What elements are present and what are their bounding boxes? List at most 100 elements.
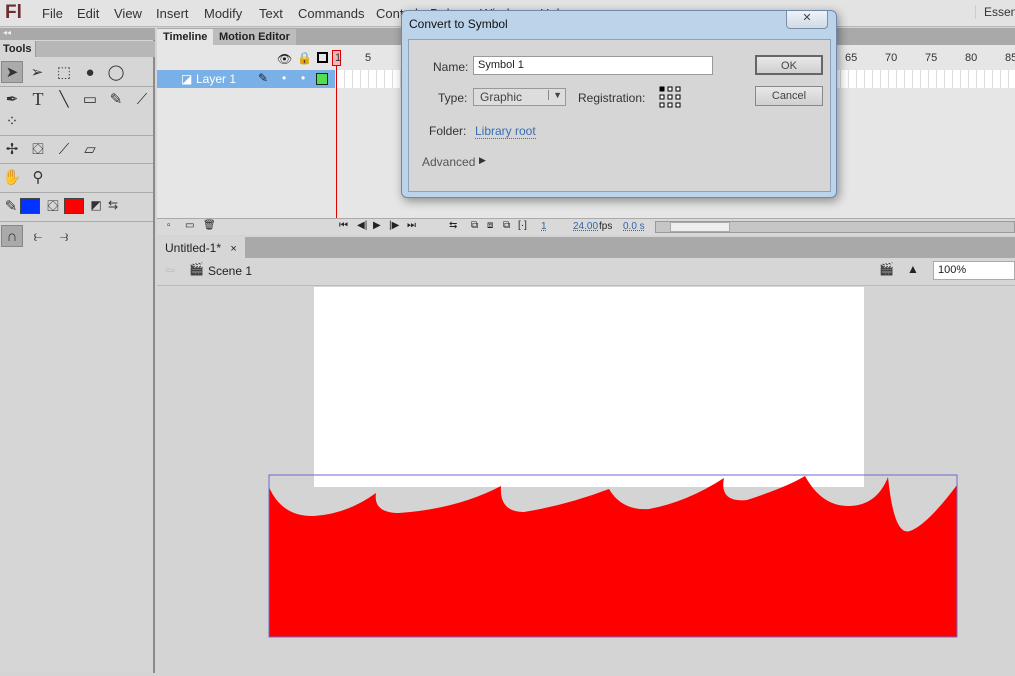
advanced-toggle[interactable]: Advanced bbox=[422, 155, 475, 169]
zoom-input[interactable]: 100% bbox=[933, 261, 1015, 280]
elapsed-time: 0.0 s bbox=[623, 221, 645, 232]
type-select[interactable]: Graphic ▼ bbox=[473, 88, 566, 106]
name-input[interactable]: Symbol 1 bbox=[473, 56, 713, 75]
stage-canvas bbox=[268, 287, 958, 638]
eyedropper-tool-icon[interactable]: ⟋ bbox=[53, 138, 75, 160]
bone-tool-icon[interactable]: ✢ bbox=[1, 138, 23, 160]
edit-bar: ⇦ 🎬 Scene 1 🎬 ▲ 100% bbox=[157, 258, 1015, 286]
zoom-tool-icon[interactable]: ⚲ bbox=[27, 166, 49, 188]
last-frame-icon[interactable]: ⏭ bbox=[407, 220, 416, 231]
eye-icon[interactable]: 👁 bbox=[277, 52, 292, 66]
expand-arrow-icon[interactable]: ▶ bbox=[479, 155, 486, 166]
layer-icon: ◪ bbox=[181, 72, 193, 86]
divider bbox=[0, 135, 153, 136]
close-button[interactable]: ✕ bbox=[786, 11, 828, 29]
edit-multiple-icon[interactable]: ⧉ bbox=[503, 220, 510, 231]
deco-tool-icon[interactable]: ⁘ bbox=[1, 110, 23, 132]
swap-colors-icon[interactable]: ⇆ bbox=[102, 194, 124, 216]
scene-name[interactable]: Scene 1 bbox=[208, 264, 252, 278]
document-tab[interactable]: Untitled-1* × bbox=[157, 237, 245, 258]
folder-label: Folder: bbox=[429, 124, 467, 138]
lock-icon[interactable]: 🔒 bbox=[297, 51, 312, 65]
new-folder-icon[interactable]: ▭ bbox=[185, 220, 194, 231]
eraser-tool-icon[interactable]: ▱ bbox=[79, 138, 101, 160]
delete-icon[interactable]: 🗑 bbox=[203, 220, 216, 231]
straighten-icon[interactable]: ⥽ bbox=[53, 225, 75, 247]
free-transform-tool-icon[interactable]: ⬚ bbox=[53, 61, 75, 83]
onion-outline-icon[interactable]: ⧈ bbox=[487, 220, 493, 231]
collapse-icon[interactable]: ◂◂ bbox=[0, 28, 155, 40]
text-tool-icon[interactable]: T bbox=[27, 88, 49, 110]
outline-icon[interactable] bbox=[317, 52, 328, 63]
pen-tool-icon[interactable]: ✒ bbox=[1, 88, 23, 110]
stroke-color-swatch[interactable] bbox=[20, 198, 40, 214]
snap-to-objects-icon[interactable]: ∩ bbox=[1, 225, 23, 247]
lock-dot[interactable]: • bbox=[301, 71, 305, 85]
frame-number: 5 bbox=[365, 52, 372, 64]
3d-rotation-tool-icon[interactable]: ● bbox=[79, 61, 101, 83]
brush-tool-icon[interactable]: ⟋ bbox=[131, 88, 153, 110]
layer-color-icon[interactable] bbox=[316, 73, 328, 85]
red-wave-shape[interactable] bbox=[269, 476, 957, 637]
menu-modify[interactable]: Modify bbox=[204, 6, 242, 21]
workspace-switcher[interactable]: Essentials bbox=[975, 5, 1015, 19]
lasso-tool-icon[interactable]: ◯ bbox=[105, 61, 127, 83]
close-tab-icon[interactable]: × bbox=[230, 243, 236, 255]
cancel-button[interactable]: Cancel bbox=[755, 86, 823, 106]
smooth-icon[interactable]: ⥼ bbox=[27, 225, 49, 247]
tools-tab[interactable]: Tools bbox=[0, 41, 36, 57]
frame-number: 80 bbox=[965, 52, 978, 64]
back-arrow-icon[interactable]: ⇦ bbox=[165, 263, 175, 277]
dropdown-arrow-icon: ▼ bbox=[548, 90, 562, 100]
menu-view[interactable]: View bbox=[114, 6, 142, 21]
menu-text[interactable]: Text bbox=[259, 6, 283, 21]
fps-unit: fps bbox=[599, 221, 613, 232]
scrollbar-thumb[interactable] bbox=[670, 222, 730, 232]
subselection-tool-icon[interactable]: ➢ bbox=[26, 61, 48, 83]
divider bbox=[0, 221, 153, 222]
menu-insert[interactable]: Insert bbox=[156, 6, 189, 21]
playhead-line bbox=[336, 66, 337, 218]
fps-value[interactable]: 24.00 bbox=[573, 221, 598, 232]
menu-commands[interactable]: Commands bbox=[298, 6, 364, 21]
hand-tool-icon[interactable]: ✋ bbox=[1, 166, 23, 188]
fill-color-swatch[interactable] bbox=[64, 198, 84, 214]
layer-name[interactable]: Layer 1 bbox=[196, 72, 236, 86]
type-value: Graphic bbox=[480, 90, 523, 104]
stroke-color-icon: ✎ bbox=[4, 198, 18, 215]
step-back-icon[interactable]: ◀| bbox=[357, 220, 367, 231]
registration-grid-icon[interactable] bbox=[659, 86, 681, 108]
line-tool-icon[interactable]: ╲ bbox=[53, 88, 75, 110]
new-layer-icon[interactable]: ▫ bbox=[167, 220, 171, 231]
layer-row[interactable]: ◪ Layer 1 ✎ • • bbox=[157, 70, 335, 88]
rectangle-tool-icon[interactable]: ▭ bbox=[79, 88, 101, 110]
ok-button[interactable]: OK bbox=[755, 55, 823, 75]
visible-dot[interactable]: • bbox=[282, 71, 286, 85]
tab-timeline[interactable]: Timeline bbox=[157, 29, 214, 45]
pencil-icon: ✎ bbox=[258, 71, 269, 85]
folder-link[interactable]: Library root bbox=[475, 124, 536, 139]
stage-area[interactable] bbox=[157, 287, 1015, 673]
pencil-tool-icon[interactable]: ✎ bbox=[105, 88, 127, 110]
loop-icon[interactable]: ⇆ bbox=[449, 220, 457, 231]
paint-bucket-tool-icon[interactable]: ⛋ bbox=[27, 138, 49, 160]
scene-icon: 🎬 bbox=[189, 262, 204, 276]
tools-tabbar bbox=[36, 41, 155, 57]
timeline-controls: ▫ ▭ 🗑 ⏮ ◀| ▶ |▶ ⏭ ⇆ ⧉ ⧈ ⧉ [·] 1 24.00 fp… bbox=[157, 218, 1015, 235]
timeline-scrollbar[interactable] bbox=[655, 221, 1015, 233]
edit-symbols-icon[interactable]: ▲ bbox=[907, 262, 919, 276]
selection-tool-icon[interactable]: ➤ bbox=[1, 61, 23, 83]
step-forward-icon[interactable]: |▶ bbox=[389, 220, 399, 231]
document-tab-title: Untitled-1* bbox=[165, 241, 222, 255]
fill-color-icon: ⛋ bbox=[47, 197, 59, 215]
play-icon[interactable]: ▶ bbox=[373, 220, 381, 231]
first-frame-icon[interactable]: ⏮ bbox=[339, 220, 348, 231]
current-frame[interactable]: 1 bbox=[541, 221, 547, 232]
menu-file[interactable]: File bbox=[42, 6, 63, 21]
menu-edit[interactable]: Edit bbox=[77, 6, 99, 21]
frame-number: 1 bbox=[335, 52, 342, 64]
edit-scene-icon[interactable]: 🎬 bbox=[879, 262, 894, 276]
tab-motion-editor[interactable]: Motion Editor bbox=[213, 29, 296, 45]
onion-skin-icon[interactable]: ⧉ bbox=[471, 220, 478, 231]
onion-markers-icon[interactable]: [·] bbox=[518, 220, 527, 231]
